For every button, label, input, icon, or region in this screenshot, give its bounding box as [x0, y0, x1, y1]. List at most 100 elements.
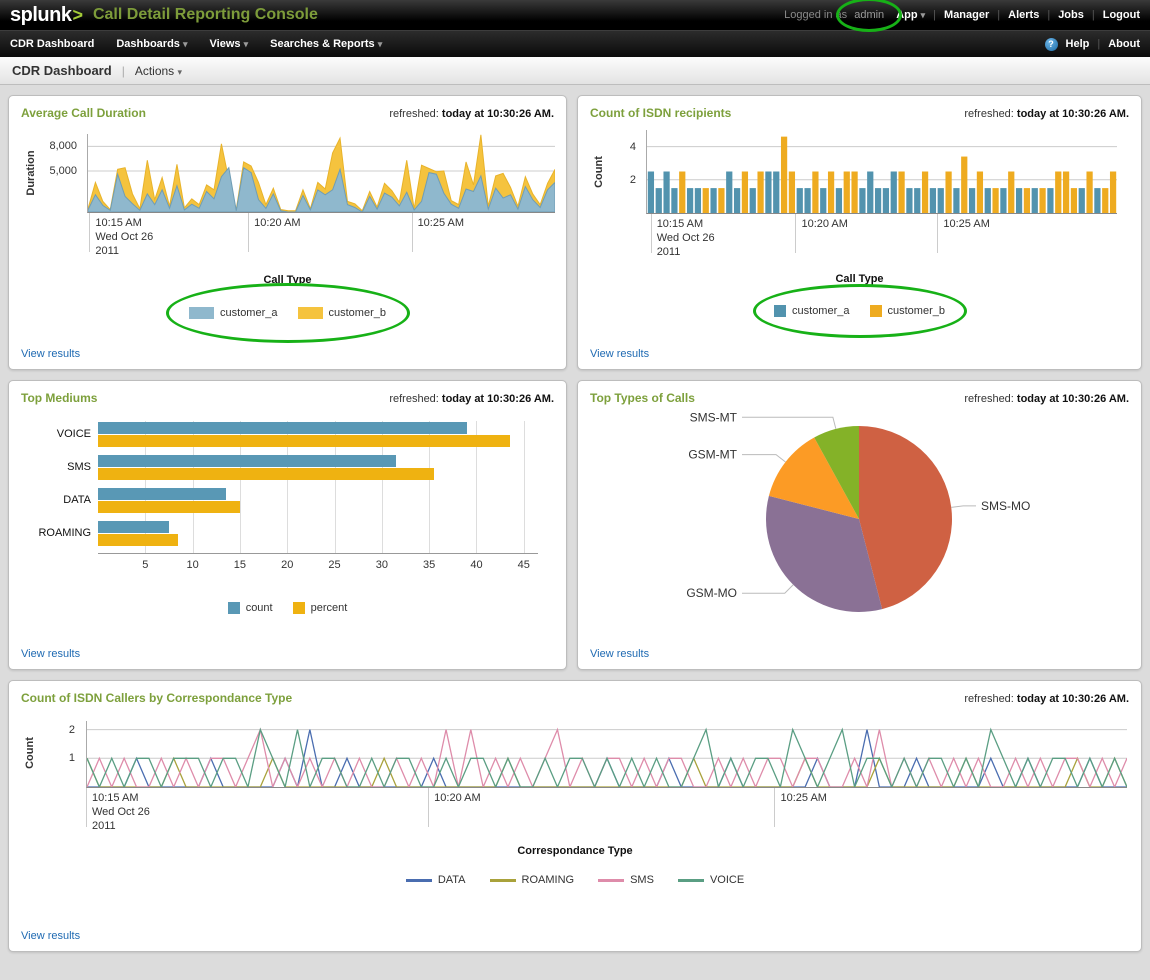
- bar-customer_a: [655, 188, 662, 213]
- bar-customer_a: [1047, 188, 1054, 213]
- category-label: DATA: [63, 494, 91, 506]
- app-menu[interactable]: App ▾: [896, 9, 925, 21]
- bar-count-data: [98, 488, 226, 500]
- bar-customer_a: [1094, 188, 1101, 213]
- voice-line-swatch: [677, 878, 704, 882]
- logo-text: splunk: [10, 3, 72, 26]
- bar-customer_b: [1062, 171, 1070, 213]
- x-tick: 45: [517, 559, 530, 571]
- bar-customer_a: [694, 188, 702, 213]
- view-results-link[interactable]: View results: [21, 648, 80, 660]
- pie-label-sms-mt: SMS-MT: [690, 410, 738, 424]
- pie-label-sms-mo: SMS-MO: [981, 499, 1030, 513]
- nav-searches-reports[interactable]: Searches & Reports ▾: [270, 38, 382, 50]
- separator: |: [1047, 9, 1051, 21]
- customer-a-swatch: [189, 307, 215, 319]
- bar-customer_a: [686, 188, 694, 213]
- actions-menu[interactable]: Actions ▾: [135, 64, 182, 78]
- nav-cdr-dashboard[interactable]: CDR Dashboard: [10, 38, 94, 50]
- bar-customer_a: [773, 171, 780, 213]
- bar-count-roaming: [98, 521, 169, 533]
- legend-item: ROAMING: [489, 874, 575, 886]
- bar-customer_a: [765, 171, 772, 213]
- x-tick: 25: [328, 559, 341, 571]
- bar-customer_a: [726, 171, 733, 213]
- legend-item: customer_b: [297, 307, 386, 319]
- separator: |: [1097, 38, 1101, 50]
- pie-label-gsm-mt: GSM-MT: [688, 448, 737, 462]
- logo-arrow-icon: >: [72, 4, 83, 25]
- panel-top-types-of-calls: Top Types of Calls refreshed: today at 1…: [577, 380, 1142, 670]
- bar-customer_b: [961, 156, 968, 213]
- y-tick: 1: [68, 752, 75, 764]
- jobs-link[interactable]: Jobs: [1058, 9, 1084, 21]
- splunk-logo[interactable]: splunk >: [10, 4, 83, 27]
- separator: |: [121, 63, 125, 78]
- bar-customer_a: [929, 188, 937, 213]
- view-results-link[interactable]: View results: [590, 348, 649, 360]
- x-tick: 10:20 AM: [795, 214, 848, 253]
- help-icon[interactable]: ?: [1044, 37, 1058, 51]
- top-right-links: Logged in as admin App ▾ | Manager | Ale…: [784, 0, 1140, 32]
- refreshed-label: refreshed: today at 10:30:26 AM.: [964, 693, 1129, 705]
- plot-area: [98, 421, 538, 554]
- manager-link[interactable]: Manager: [944, 9, 989, 21]
- bar-customer_a: [647, 171, 655, 213]
- legend-label: count: [245, 602, 273, 614]
- refreshed-label: refreshed: today at 10:30:26 AM.: [389, 108, 554, 120]
- legend-item: count: [227, 602, 273, 614]
- nav-dashboards[interactable]: Dashboards ▾: [116, 38, 187, 50]
- legend-label: VOICE: [709, 874, 745, 886]
- top-bar: splunk > Call Detail Reporting Console L…: [0, 0, 1150, 32]
- panel-isdn-callers-by-type: Count of ISDN Callers by Correspondance …: [8, 680, 1142, 952]
- help-link[interactable]: Help: [1066, 38, 1090, 50]
- line-series-roaming: [87, 756, 1127, 787]
- view-results-link[interactable]: View results: [21, 348, 80, 360]
- x-tick: 20: [281, 559, 294, 571]
- bar-customer_a: [1000, 188, 1007, 213]
- legend-title: Call Type: [263, 274, 312, 286]
- pie-chart-svg: SMS-MO GSM-MO GSM-MT SMS-MT: [686, 410, 1030, 612]
- x-tick: 10:15 AM Wed Oct 26 2011: [86, 788, 150, 832]
- gridline: [523, 421, 525, 553]
- bar-customer_a: [710, 188, 717, 213]
- separator: |: [1091, 9, 1095, 21]
- chevron-down-icon: ▾: [377, 39, 383, 49]
- logout-link[interactable]: Logout: [1103, 9, 1140, 21]
- bar-customer_b: [827, 171, 835, 213]
- legend: customer_a customer_b: [21, 283, 554, 343]
- x-tick: 10:15 AM Wed Oct 26 2011: [650, 214, 715, 258]
- bar-customer_b: [843, 171, 850, 213]
- bar-customer_a: [820, 188, 827, 213]
- y-tick: 2: [68, 724, 75, 736]
- legend-item: SMS: [598, 874, 654, 886]
- bar-customer_b: [741, 171, 749, 213]
- y-tick: 8,000: [49, 140, 77, 152]
- data-line-swatch: [405, 878, 432, 882]
- bar-customer_a: [804, 188, 811, 213]
- bar-customer_a: [1031, 188, 1038, 213]
- category-label: SMS: [67, 461, 91, 473]
- roaming-line-swatch: [489, 878, 516, 882]
- bar-customer_a: [968, 188, 976, 213]
- legend: DATA ROAMING SMS VOICE: [21, 871, 1129, 889]
- bar-customer_b: [757, 171, 764, 213]
- bar-customer_a: [835, 188, 843, 213]
- line-chart-svg: [87, 727, 1127, 787]
- bar-customer_b: [1023, 188, 1031, 213]
- bar-percent-sms: [98, 468, 434, 480]
- bar-customer_b: [921, 171, 929, 213]
- x-tick: 10:20 AM: [248, 213, 301, 252]
- nav-views[interactable]: Views ▾: [210, 38, 249, 50]
- legend-label: ROAMING: [521, 874, 575, 886]
- bar-customer_a: [890, 171, 897, 213]
- bar-customer_a: [663, 171, 670, 213]
- alerts-link[interactable]: Alerts: [1008, 9, 1039, 21]
- view-results-link[interactable]: View results: [590, 648, 649, 660]
- legend-item: customer_a: [774, 305, 850, 317]
- panel-title: Top Mediums: [21, 391, 98, 405]
- panel-title: Count of ISDN recipients: [590, 106, 732, 120]
- bar-count-voice: [98, 422, 468, 434]
- view-results-link[interactable]: View results: [21, 930, 80, 942]
- about-link[interactable]: About: [1108, 38, 1140, 50]
